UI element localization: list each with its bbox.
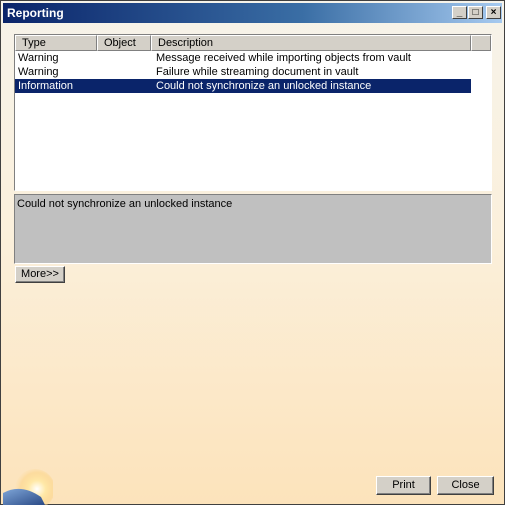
table-row[interactable]: Warning Failure while streaming document… <box>15 65 471 79</box>
globe-icon <box>3 463 53 505</box>
cell-type: Warning <box>18 52 59 64</box>
report-list[interactable]: Type Object Description Warning Message … <box>14 34 492 191</box>
more-button[interactable]: More>> <box>15 266 65 283</box>
column-header-description[interactable]: Description <box>151 35 471 51</box>
cell-description: Failure while streaming document in vaul… <box>156 66 359 78</box>
table-row[interactable]: Warning Message received while importing… <box>15 51 471 65</box>
list-header: Type Object Description <box>15 35 491 51</box>
cell-type: Information <box>18 80 74 92</box>
minimize-button[interactable]: _ <box>452 6 467 19</box>
table-row-selected[interactable]: Information Could not synchronize an unl… <box>15 79 471 93</box>
title-bar[interactable]: Reporting _ □ × <box>3 3 502 23</box>
close-window-button[interactable]: × <box>486 6 501 19</box>
cell-description: Message received while importing objects… <box>156 52 411 64</box>
message-details-box: Could not synchronize an unlocked instan… <box>14 194 492 264</box>
close-button[interactable]: Close <box>437 476 494 495</box>
cell-description: Could not synchronize an unlocked instan… <box>156 80 372 92</box>
message-details-text: Could not synchronize an unlocked instan… <box>17 198 233 210</box>
maximize-button[interactable]: □ <box>468 6 483 19</box>
cell-type: Warning <box>18 66 59 78</box>
print-button[interactable]: Print <box>376 476 431 495</box>
reporting-window: Reporting _ □ × Type Object Description … <box>0 0 505 505</box>
window-title: Reporting <box>7 6 64 20</box>
column-header-type[interactable]: Type <box>15 35 97 51</box>
column-header-filler <box>471 35 491 51</box>
column-header-object[interactable]: Object <box>97 35 151 51</box>
